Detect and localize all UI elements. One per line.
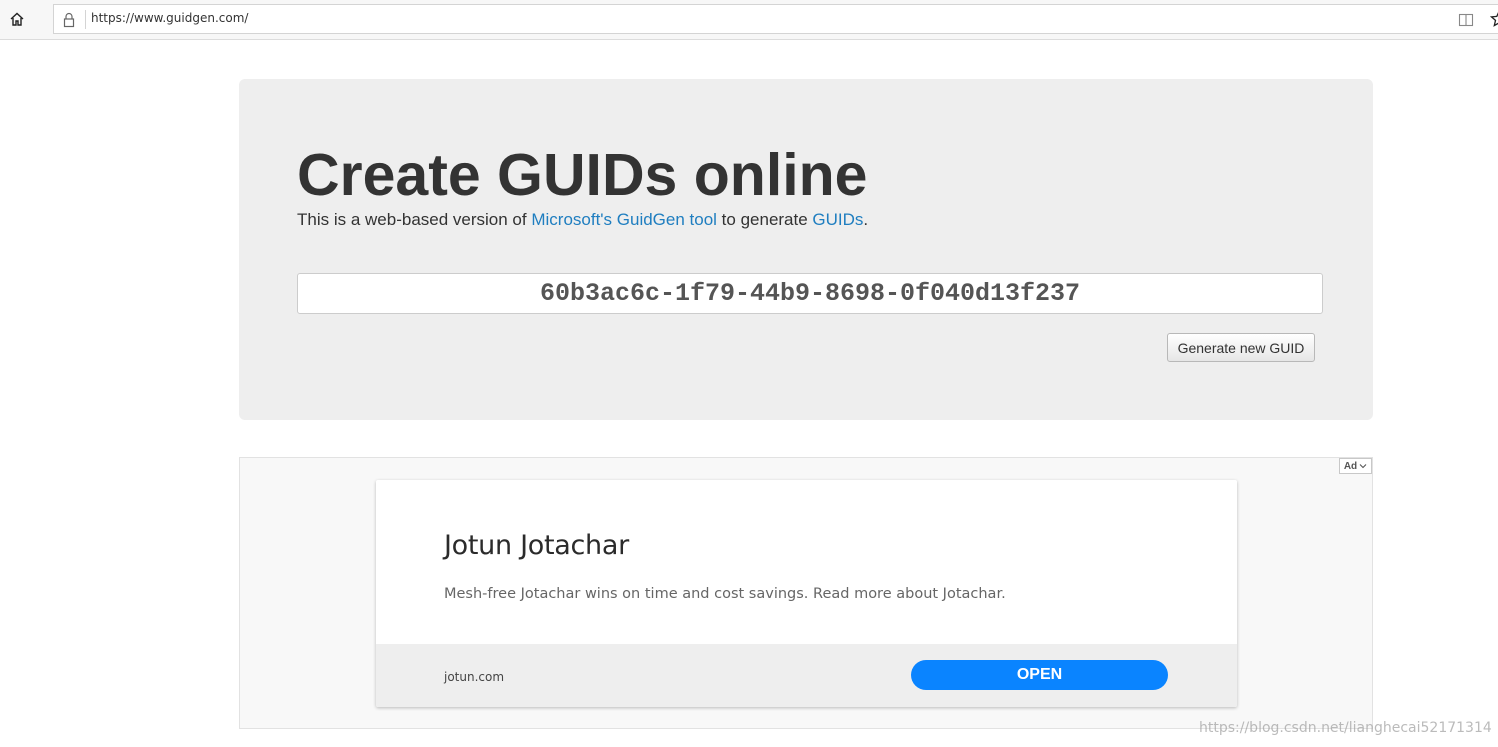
ad-open-button[interactable]: OPEN xyxy=(911,660,1168,690)
intro-prefix: This is a web-based version of xyxy=(297,210,532,229)
ad-description: Mesh-free Jotachar wins on time and cost… xyxy=(444,586,1006,602)
browser-toolbar: https://www.guidgen.com/ xyxy=(0,0,1498,40)
ad-footer: jotun.com OPEN xyxy=(376,644,1237,707)
page-title: Create GUIDs online xyxy=(297,142,868,208)
ad-choices-badge[interactable]: Ad xyxy=(1339,458,1372,474)
ad-badge-label: Ad xyxy=(1343,460,1358,472)
intro-text: This is a web-based version of Microsoft… xyxy=(297,209,868,231)
guids-link[interactable]: GUIDs xyxy=(812,210,863,229)
lock-icon xyxy=(62,12,76,28)
chevron-down-icon xyxy=(1359,464,1367,469)
ad-card[interactable]: Jotun Jotachar Mesh-free Jotachar wins o… xyxy=(376,480,1237,707)
home-icon[interactable] xyxy=(6,8,28,30)
watermark: https://blog.csdn.net/lianghecai52171314 xyxy=(1199,720,1492,736)
address-bar[interactable]: https://www.guidgen.com/ xyxy=(53,4,1498,34)
intro-middle: to generate xyxy=(716,210,813,229)
intro-suffix: . xyxy=(863,210,869,229)
ad-container: Ad Jotun Jotachar Mesh-free Jotachar win… xyxy=(239,457,1373,729)
reading-view-icon[interactable] xyxy=(1458,12,1474,28)
url-text[interactable]: https://www.guidgen.com/ xyxy=(91,10,248,26)
favorite-star-icon[interactable] xyxy=(1490,10,1498,28)
guidgen-tool-link[interactable]: Microsoft's GuidGen tool xyxy=(531,210,717,229)
address-divider xyxy=(85,10,86,29)
jumbotron: Create GUIDs online This is a web-based … xyxy=(239,79,1373,420)
ad-headline[interactable]: Jotun Jotachar xyxy=(444,530,629,561)
generate-guid-button[interactable]: Generate new GUID xyxy=(1167,333,1315,362)
ad-domain[interactable]: jotun.com xyxy=(444,670,504,684)
guid-output-field[interactable] xyxy=(297,273,1323,314)
